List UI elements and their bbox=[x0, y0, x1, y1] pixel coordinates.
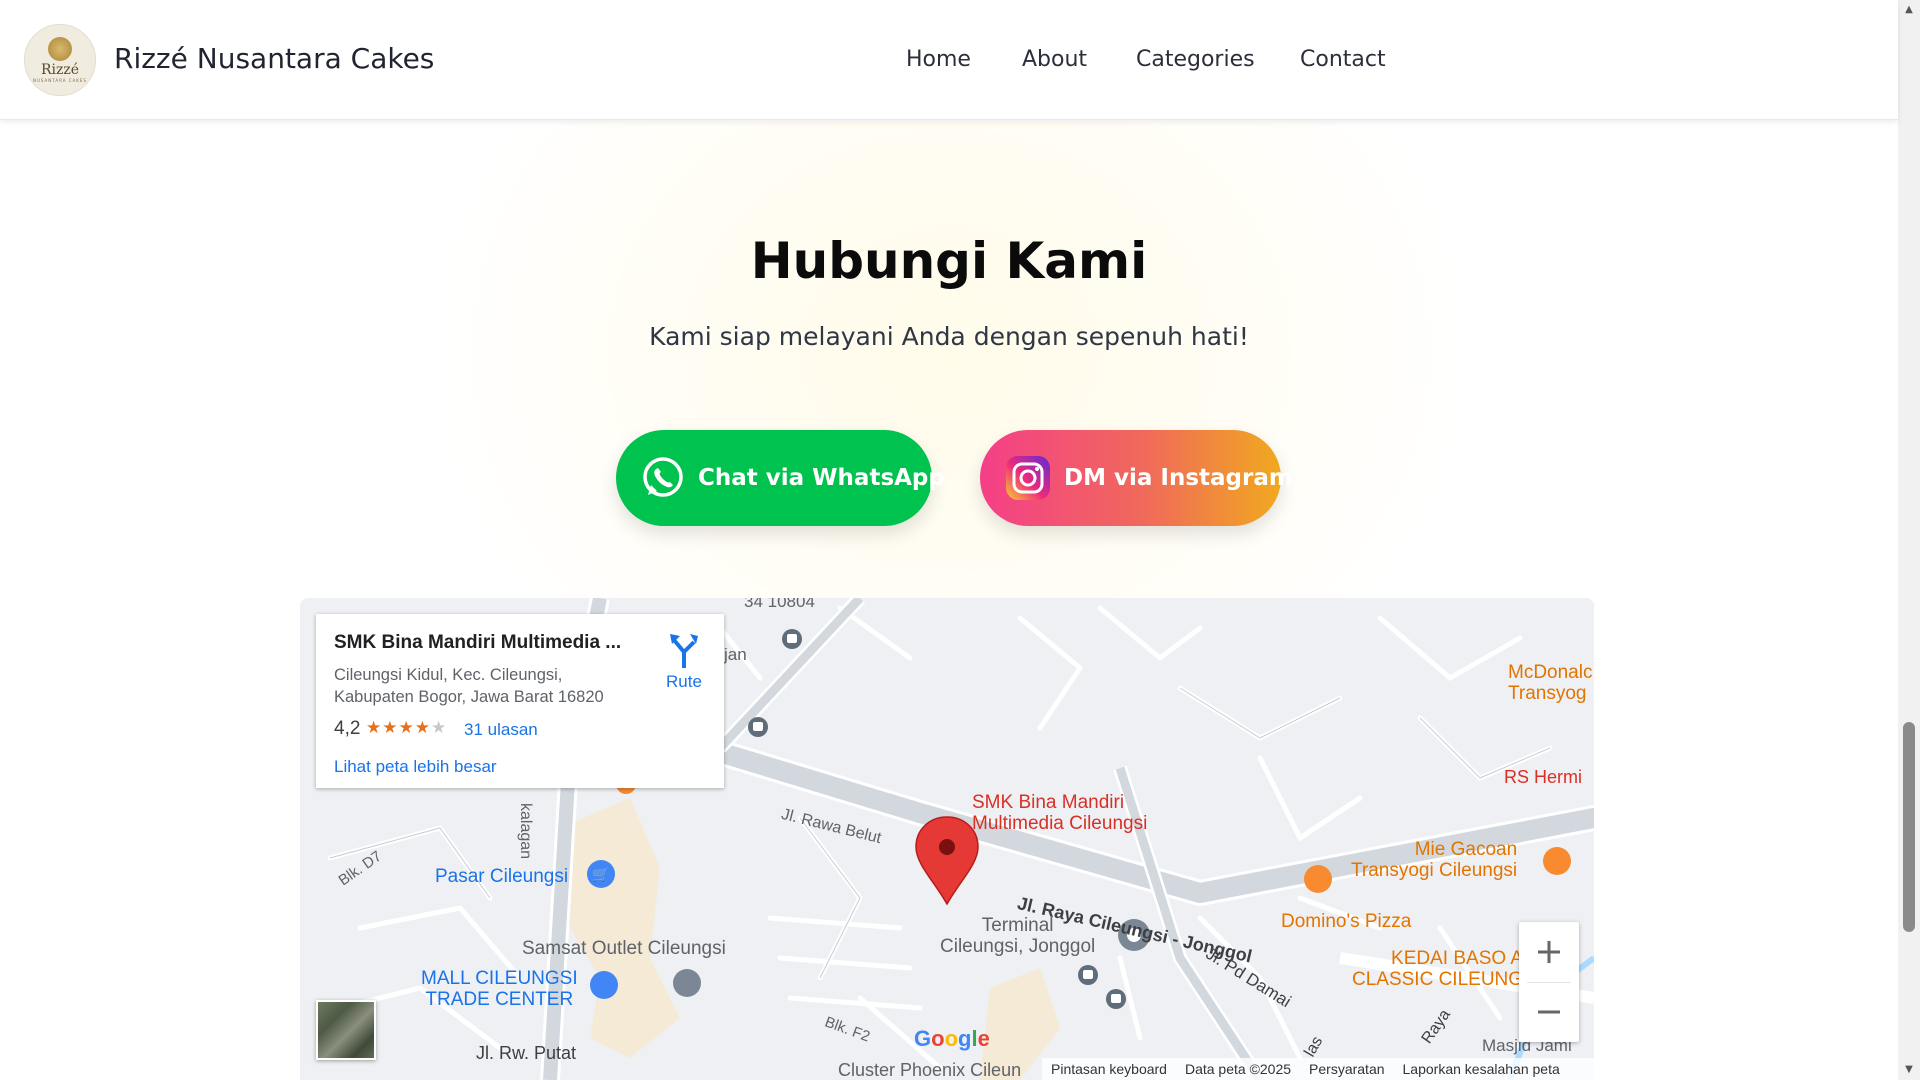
route-label: Rute bbox=[666, 672, 702, 691]
google-map[interactable]: 🛒 34 10804 jan Jl. Rawa Belut Jl. Raya C… bbox=[300, 598, 1594, 1080]
marker-label[interactable]: SMK Bina Mandiri Multimedia Cileungsi bbox=[972, 792, 1147, 834]
scroll-up-icon[interactable]: ▲ bbox=[1903, 4, 1915, 16]
contact-subtitle: Kami siap melayani Anda dengan sepenuh h… bbox=[649, 322, 1249, 351]
map-label-terminal-line2: Cileungsi, Jonggol bbox=[940, 936, 1096, 957]
map-label-mall-line1: MALL CILEUNGSI bbox=[421, 968, 578, 989]
satellite-toggle-button[interactable] bbox=[316, 1000, 376, 1060]
map-label-mcdonalds[interactable]: McDonalc Transyog bbox=[1508, 662, 1592, 704]
scrollbar-thumb[interactable] bbox=[1903, 722, 1915, 932]
map-label-cluster: Cluster Phoenix Cileun bbox=[838, 1060, 1022, 1080]
map-label-putat: Jl. Rw. Putat bbox=[476, 1043, 577, 1063]
whatsapp-label: Chat via WhatsApp bbox=[698, 465, 945, 491]
instagram-label: DM via Instagram bbox=[1064, 465, 1293, 491]
map-label-mie-line1: Mie Gacoan bbox=[1414, 839, 1518, 860]
place-address-line1: Cileungsi Kidul, Kec. Cileungsi, bbox=[334, 666, 563, 684]
map-label-rs-hermina[interactable]: RS Hermi bbox=[1504, 767, 1582, 788]
map-label-kedai-baso[interactable]: KEDAI BASO A CLASSIC CILEUNG bbox=[1352, 948, 1523, 990]
map-label-kedai-line2: CLASSIC CILEUNG bbox=[1352, 969, 1524, 990]
map-label-mcdonalds-line2: Transyog bbox=[1508, 683, 1587, 704]
place-address-line2: Kabupaten Bogor, Jawa Barat 16820 bbox=[334, 688, 604, 706]
report-error-link[interactable]: Laporkan kesalahan peta bbox=[1403, 1061, 1560, 1077]
whatsapp-button[interactable]: Chat via WhatsApp bbox=[616, 430, 945, 526]
zoom-controls bbox=[1519, 922, 1579, 1042]
place-address: Cileungsi Kidul, Kec. Cileungsi, Kabupat… bbox=[334, 664, 604, 708]
google-logo: Google bbox=[914, 1026, 990, 1051]
nav-categories[interactable]: Categories bbox=[1136, 47, 1255, 72]
map-data-text: Data peta ©2025 bbox=[1184, 1061, 1292, 1077]
map-label-pasar[interactable]: Pasar Cileungsi bbox=[435, 866, 568, 888]
page-scrollbar[interactable]: ▲ ▼ bbox=[1898, 0, 1920, 1080]
terms-link[interactable]: Persyaratan bbox=[1309, 1061, 1384, 1077]
place-title: SMK Bina Mandiri Multimedia ... bbox=[334, 632, 622, 653]
nav-about[interactable]: About bbox=[1022, 47, 1087, 72]
map-label-mie-gacoan[interactable]: Mie Gacoan Transyogi Cileungsi bbox=[1351, 839, 1517, 881]
keyboard-shortcuts-link[interactable]: Pintasan keyboard bbox=[1051, 1061, 1167, 1077]
marker-label-line1: SMK Bina Mandiri bbox=[972, 792, 1125, 813]
instagram-icon bbox=[1004, 454, 1052, 502]
view-larger-map-link[interactable]: Lihat peta lebih besar bbox=[334, 757, 497, 777]
nav-contact[interactable]: Contact bbox=[1300, 47, 1386, 72]
map-attribution-bar: Pintasan keyboard Data peta ©2025 Persya… bbox=[1042, 1058, 1594, 1080]
map-label-dominos[interactable]: Domino's Pizza bbox=[1281, 911, 1411, 933]
map-label-terminal-line1: Terminal bbox=[981, 915, 1054, 936]
brand-name[interactable]: Rizzé Nusantara Cakes bbox=[114, 42, 434, 75]
zoom-in-button[interactable] bbox=[1519, 922, 1579, 982]
map-label-mie-line2: Transyogi Cileungsi bbox=[1351, 860, 1518, 881]
location-marker-icon[interactable] bbox=[916, 817, 978, 905]
map-label-kedai-line1: KEDAI BASO A bbox=[1391, 948, 1524, 969]
reviews-link[interactable]: 31 ulasan bbox=[464, 720, 538, 740]
rating-stars-icon: ★★★★★ bbox=[366, 718, 448, 737]
place-info-card: SMK Bina Mandiri Multimedia ... Cileungs… bbox=[316, 614, 724, 788]
instagram-button[interactable]: DM via Instagram bbox=[980, 430, 1293, 526]
zoom-out-button[interactable] bbox=[1519, 982, 1579, 1042]
brand-logo[interactable]: Rizzé NUSANTARA CAKES bbox=[24, 24, 96, 96]
minus-icon bbox=[1538, 1010, 1560, 1014]
map-label-road-number: 34 10804 bbox=[744, 598, 815, 611]
svg-text:🛒: 🛒 bbox=[592, 866, 609, 883]
logo-subtext: NUSANTARA CAKES bbox=[33, 78, 87, 83]
nav-home[interactable]: Home bbox=[906, 47, 971, 72]
place-rating: 4,2 bbox=[334, 718, 361, 739]
map-label-mall-line2: TRADE CENTER bbox=[425, 989, 574, 1010]
logo-emblem-icon bbox=[48, 37, 72, 61]
plus-icon bbox=[1538, 941, 1560, 963]
map-label-mcdonalds-line1: McDonalc bbox=[1508, 662, 1593, 683]
directions-icon bbox=[670, 634, 698, 668]
map-label-terminal[interactable]: Terminal Cileungsi, Jonggol bbox=[940, 915, 1095, 957]
map-label-kalagan: kalagan bbox=[517, 803, 534, 860]
route-button[interactable]: Rute bbox=[656, 630, 712, 694]
map-label-jan: jan bbox=[724, 645, 747, 664]
contact-title: Hubungi Kami bbox=[750, 232, 1148, 290]
navbar: Rizzé NUSANTARA CAKES Rizzé Nusantara Ca… bbox=[0, 0, 1898, 120]
scroll-down-icon[interactable]: ▼ bbox=[1903, 1064, 1915, 1076]
logo-text: Rizzé bbox=[40, 62, 80, 78]
marker-label-line2: Multimedia Cileungsi bbox=[972, 813, 1148, 834]
map-label-samsat[interactable]: Samsat Outlet Cileungsi bbox=[522, 938, 726, 960]
whatsapp-icon bbox=[640, 454, 686, 502]
map-label-mall[interactable]: MALL CILEUNGSI TRADE CENTER bbox=[421, 968, 578, 1010]
